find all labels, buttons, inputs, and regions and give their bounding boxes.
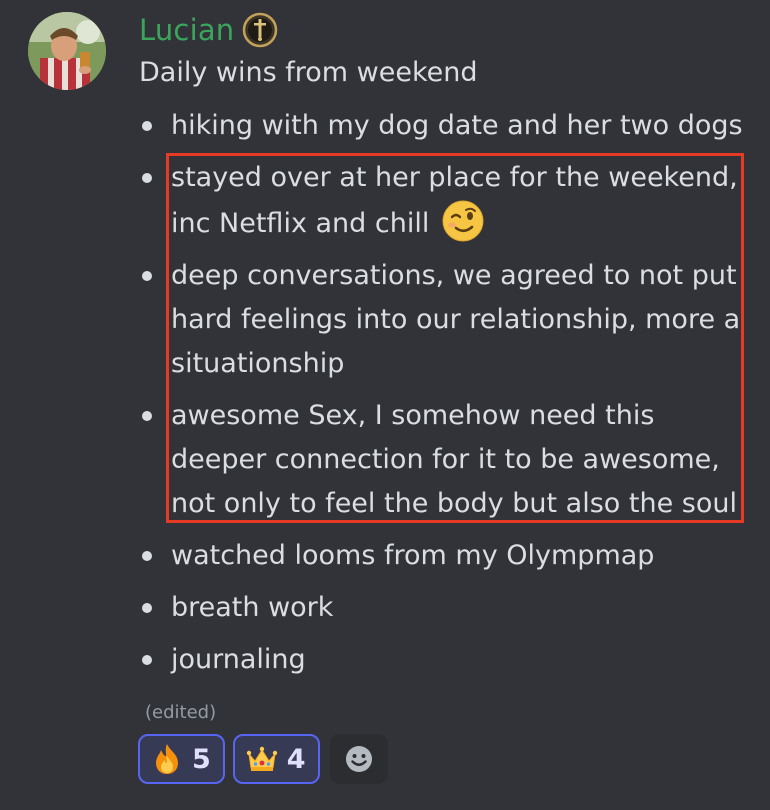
bullet <box>142 655 152 665</box>
bullet <box>142 121 152 131</box>
reaction-fire[interactable]: 5 <box>138 734 225 784</box>
reaction-crown[interactable]: 4 <box>232 734 320 784</box>
avatar[interactable] <box>28 12 106 90</box>
list-item-text: watched looms from my Olympmap <box>171 540 655 571</box>
winking-face-emoji-icon[interactable] <box>442 200 484 242</box>
sword-badge-icon[interactable] <box>242 12 278 48</box>
reaction-count: 4 <box>286 743 306 775</box>
list-item-text: deep conversations, we agreed to not put… <box>171 260 741 379</box>
reaction-count: 5 <box>192 743 211 775</box>
message-title: Daily wins from weekend <box>139 57 478 88</box>
fire-icon <box>156 744 178 774</box>
list-item: breath work <box>139 586 749 630</box>
bullet <box>142 271 152 281</box>
crown-icon <box>246 746 277 771</box>
username[interactable]: Lucian <box>139 13 234 47</box>
bullet <box>142 411 152 421</box>
reactions-bar: 5 4 <box>138 734 388 784</box>
edited-label: (edited) <box>145 702 217 723</box>
list-item: stayed over at her place for the weekend… <box>139 156 749 246</box>
bullet <box>142 173 152 183</box>
list-item-text: awesome Sex, I somehow need this deeper … <box>171 400 737 519</box>
bullet <box>142 551 152 561</box>
list-item: awesome Sex, I somehow need this deeper … <box>139 394 749 526</box>
add-reaction-button[interactable] <box>329 734 388 784</box>
smiley-add-reaction-icon <box>345 746 372 772</box>
list-item: hiking with my dog date and her two dogs <box>139 104 749 148</box>
list-item: watched looms from my Olympmap <box>139 534 749 578</box>
wins-list: hiking with my dog date and her two dogs… <box>139 104 749 690</box>
chat-message: Lucian Daily wins from weekend hiking wi… <box>0 0 770 810</box>
bullet <box>142 603 152 613</box>
avatar-photo <box>28 12 106 90</box>
list-item: journaling <box>139 638 749 682</box>
list-item-text: breath work <box>171 592 334 623</box>
list-item: deep conversations, we agreed to not put… <box>139 254 749 386</box>
list-item-text: hiking with my dog date and her two dogs <box>171 110 743 141</box>
list-item-text: journaling <box>171 644 306 675</box>
